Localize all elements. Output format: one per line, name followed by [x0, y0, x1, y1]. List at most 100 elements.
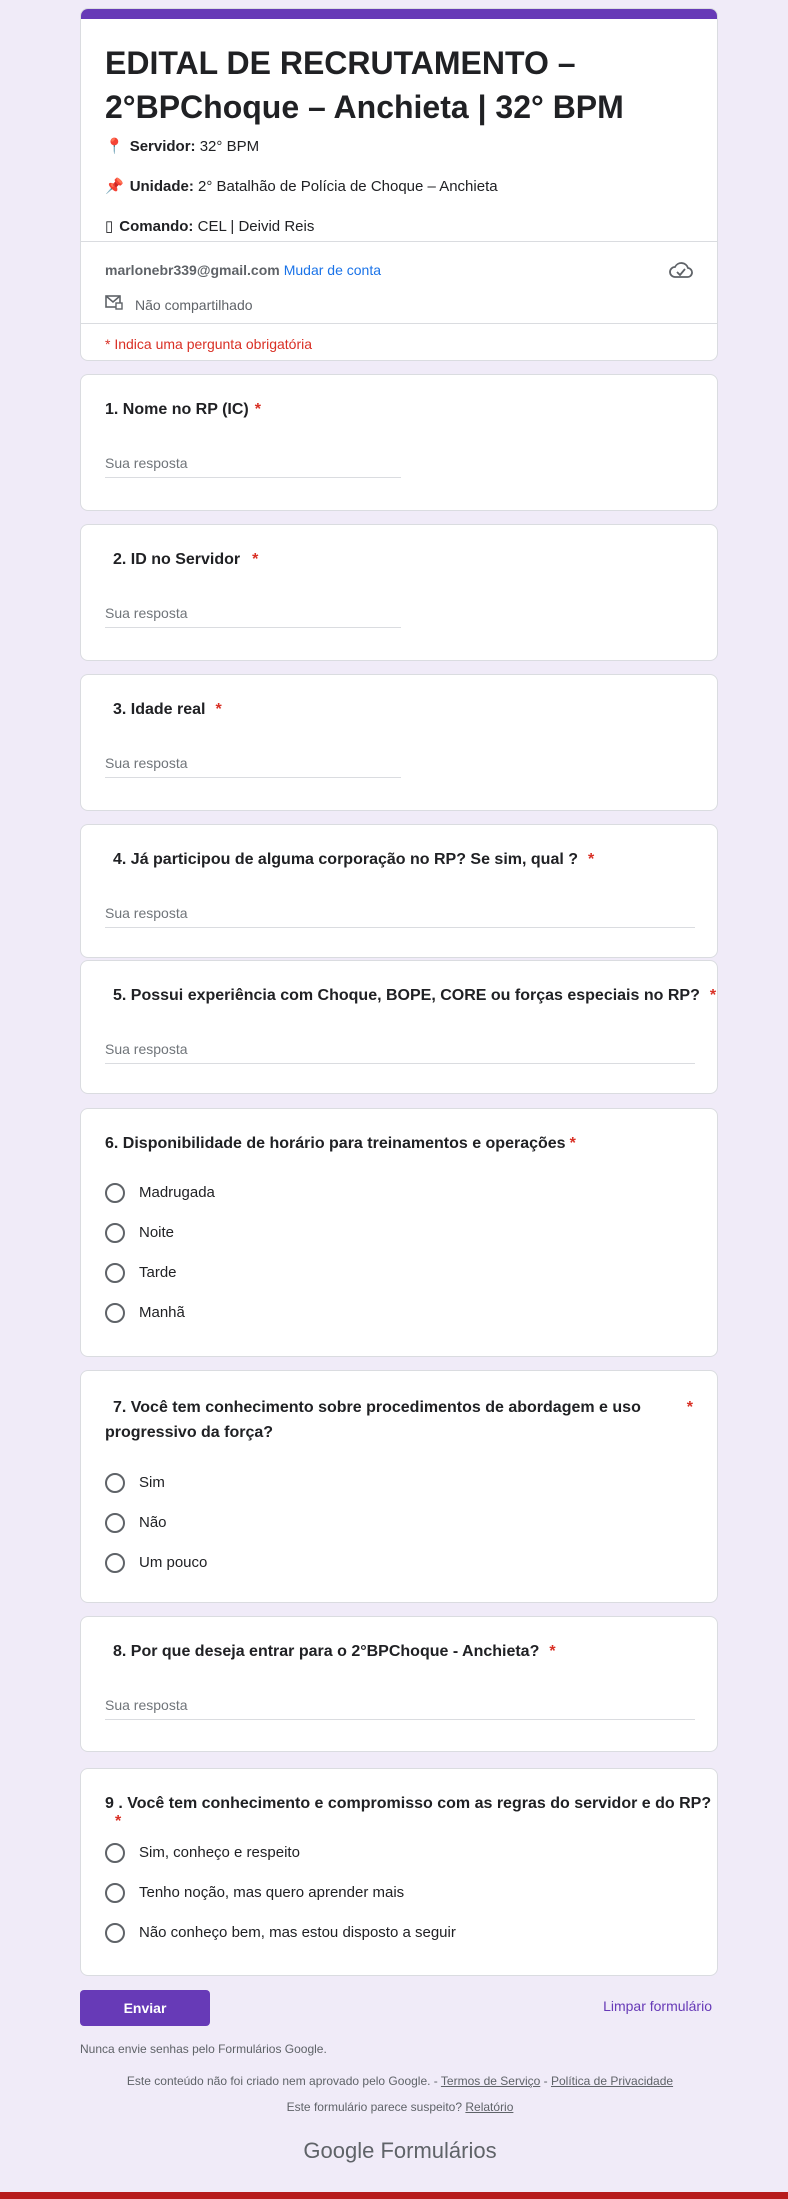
pushpin-icon: 📌	[105, 178, 124, 195]
required-star: *	[709, 987, 717, 1004]
radio-label: Um pouco	[139, 1554, 208, 1571]
privacy-link[interactable]: Política de Privacidade	[551, 2074, 673, 2088]
question-title-2: 2. ID no Servidor *	[113, 551, 258, 569]
radio-label: Tenho noção, mas quero aprender mais	[139, 1884, 405, 1901]
radio-option-um-pouco[interactable]: Um pouco	[105, 1551, 207, 1575]
radio-label: Sim, conheço e respeito	[139, 1844, 300, 1861]
missing-glyph-icon: ▯	[105, 218, 114, 235]
required-notice: * Indica uma pergunta obrigatória	[105, 336, 313, 352]
answer-input-8[interactable]: Sua resposta	[105, 1697, 695, 1720]
radio-button[interactable]	[105, 1223, 125, 1244]
radio-button[interactable]	[105, 1473, 125, 1494]
answer-input-2[interactable]: Sua resposta	[105, 605, 401, 628]
account-email: marlonebr339@gmail.com	[105, 262, 280, 278]
question-title-4: 4. Já participou de alguma corporação no…	[113, 851, 594, 869]
radio-option-tenho-nocao[interactable]: Tenho noção, mas quero aprender mais	[105, 1881, 404, 1905]
question-title-9: 9 . Você tem conhecimento e compromisso …	[105, 1795, 717, 1831]
radio-option-nao-conheco[interactable]: Não conheço bem, mas estou disposto a se…	[105, 1921, 456, 1945]
legal-separator: -	[543, 2074, 548, 2088]
radio-label: Não conheço bem, mas estou disposto a se…	[139, 1924, 456, 1941]
radio-label: Madrugada	[139, 1184, 215, 1201]
radio-label: Manhã	[139, 1304, 185, 1321]
question-title-2-text: 2. ID no Servidor	[113, 551, 241, 568]
google-forms-logo[interactable]: Google Formulários	[80, 2138, 720, 2164]
question-title-5-text: 5. Possui experiência com Choque, BOPE, …	[113, 987, 700, 1004]
question-card-4: 4. Já participou de alguma corporação no…	[80, 824, 718, 958]
radio-option-madrugada[interactable]: Madrugada	[105, 1181, 215, 1205]
question-card-7: 7. Você tem conhecimento sobre procedime…	[80, 1370, 718, 1603]
form-header-card: EDITAL DE RECRUTAMENTO – 2°BPChoque – An…	[80, 8, 718, 361]
question-title-5: 5. Possui experiência com Choque, BOPE, …	[113, 987, 716, 1005]
clear-form-button[interactable]: Limpar formulário	[603, 1998, 712, 2014]
brand-forms: Formulários	[380, 2138, 497, 2163]
pin-icon: 📍	[105, 138, 124, 155]
radio-option-noite[interactable]: Noite	[105, 1221, 174, 1245]
answer-input-4[interactable]: Sua resposta	[105, 905, 695, 928]
accent-bar	[81, 9, 717, 19]
question-card-8: 8. Por que deseja entrar para o 2°BPChoq…	[80, 1616, 718, 1752]
bottom-accent-strip	[0, 2192, 788, 2199]
info-unit: 📌 Unidade: 2° Batalhão de Polícia de Choq…	[81, 177, 522, 197]
required-notice-row: * Indica uma pergunta obrigatória	[81, 323, 717, 360]
switch-account-link[interactable]: Mudar de conta	[284, 262, 381, 278]
required-star: *	[252, 551, 259, 568]
question-card-3: 3. Idade real * Sua resposta	[80, 674, 718, 811]
radio-option-tarde[interactable]: Tarde	[105, 1261, 177, 1285]
info-server-label: Servidor:	[129, 138, 196, 155]
form-title: EDITAL DE RECRUTAMENTO – 2°BPChoque – An…	[105, 45, 624, 125]
question-title-1: 1. Nome no RP (IC) *	[105, 401, 261, 419]
radio-button[interactable]	[105, 1513, 125, 1534]
radio-button[interactable]	[105, 1183, 125, 1204]
mail-lock-icon	[105, 294, 125, 313]
radio-option-sim[interactable]: Sim	[105, 1471, 165, 1495]
radio-button[interactable]	[105, 1263, 125, 1284]
question-title-1-text: 1. Nome no RP (IC)	[105, 401, 249, 418]
radio-button[interactable]	[105, 1553, 125, 1574]
radio-button[interactable]	[105, 1843, 125, 1864]
report-notice: Este formulário parece suspeito? Relatór…	[80, 2100, 720, 2114]
answer-input-5[interactable]: Sua resposta	[105, 1041, 695, 1064]
terms-link[interactable]: Termos de Serviço	[441, 2074, 540, 2088]
radio-option-sim-conheco[interactable]: Sim, conheço e respeito	[105, 1841, 300, 1865]
account-info: marlonebr339@gmail.com Mudar de conta	[105, 262, 381, 278]
radio-option-nao[interactable]: Não	[105, 1511, 167, 1535]
question-card-5: 5. Possui experiência com Choque, BOPE, …	[80, 960, 718, 1094]
radio-label: Não	[139, 1514, 167, 1531]
radio-label: Noite	[139, 1224, 175, 1241]
radio-option-manha[interactable]: Manhã	[105, 1301, 185, 1325]
password-warning: Nunca envie senhas pelo Formulários Goog…	[80, 2042, 327, 2056]
question-title-7-line2: progressivo da força?	[105, 1424, 274, 1441]
required-star: *	[115, 1813, 122, 1830]
legal-notice: Este conteúdo não foi criado nem aprovad…	[80, 2074, 720, 2088]
required-star: *	[588, 851, 595, 868]
radio-button[interactable]	[105, 1303, 125, 1324]
question-title-3: 3. Idade real *	[113, 701, 222, 719]
info-unit-label: Unidade:	[129, 178, 194, 195]
question-card-9: 9 . Você tem conhecimento e compromisso …	[80, 1768, 718, 1976]
radio-button[interactable]	[105, 1923, 125, 1944]
required-star: *	[254, 401, 261, 418]
question-title-9-text: 9 . Você tem conhecimento e compromisso …	[105, 1795, 712, 1812]
radio-label: Tarde	[139, 1264, 177, 1281]
question-title-6: 6. Disponibilidade de horário para trein…	[105, 1135, 576, 1153]
answer-input-1[interactable]: Sua resposta	[105, 455, 401, 478]
required-star: *	[215, 701, 222, 718]
submit-button[interactable]: Enviar	[80, 1990, 210, 2026]
info-command-label: Comando:	[119, 218, 194, 235]
required-star: *	[549, 1643, 556, 1660]
question-title-7-line1: 7. Você tem conhecimento sobre procedime…	[113, 1399, 641, 1416]
account-row: marlonebr339@gmail.com Mudar de conta Não…	[81, 241, 717, 324]
cloud-saved-icon[interactable]	[669, 260, 693, 285]
info-command-value: CEL | Deivid Reis	[197, 218, 315, 235]
question-card-6: 6. Disponibilidade de horário para trein…	[80, 1108, 718, 1357]
question-title-4-text: 4. Já participou de alguma corporação no…	[113, 851, 578, 868]
question-title-7: 7. Você tem conhecimento sobre procedime…	[105, 1395, 693, 1445]
radio-label: Sim	[139, 1474, 165, 1491]
question-title-6-text: 6. Disponibilidade de horário para trein…	[105, 1135, 566, 1152]
report-link[interactable]: Relatório	[465, 2100, 513, 2114]
radio-button[interactable]	[105, 1883, 125, 1904]
suspicious-text: Este formulário parece suspeito?	[286, 2100, 463, 2114]
answer-input-3[interactable]: Sua resposta	[105, 755, 401, 778]
brand-google: Google	[303, 2138, 375, 2163]
required-star: *	[686, 1399, 693, 1416]
